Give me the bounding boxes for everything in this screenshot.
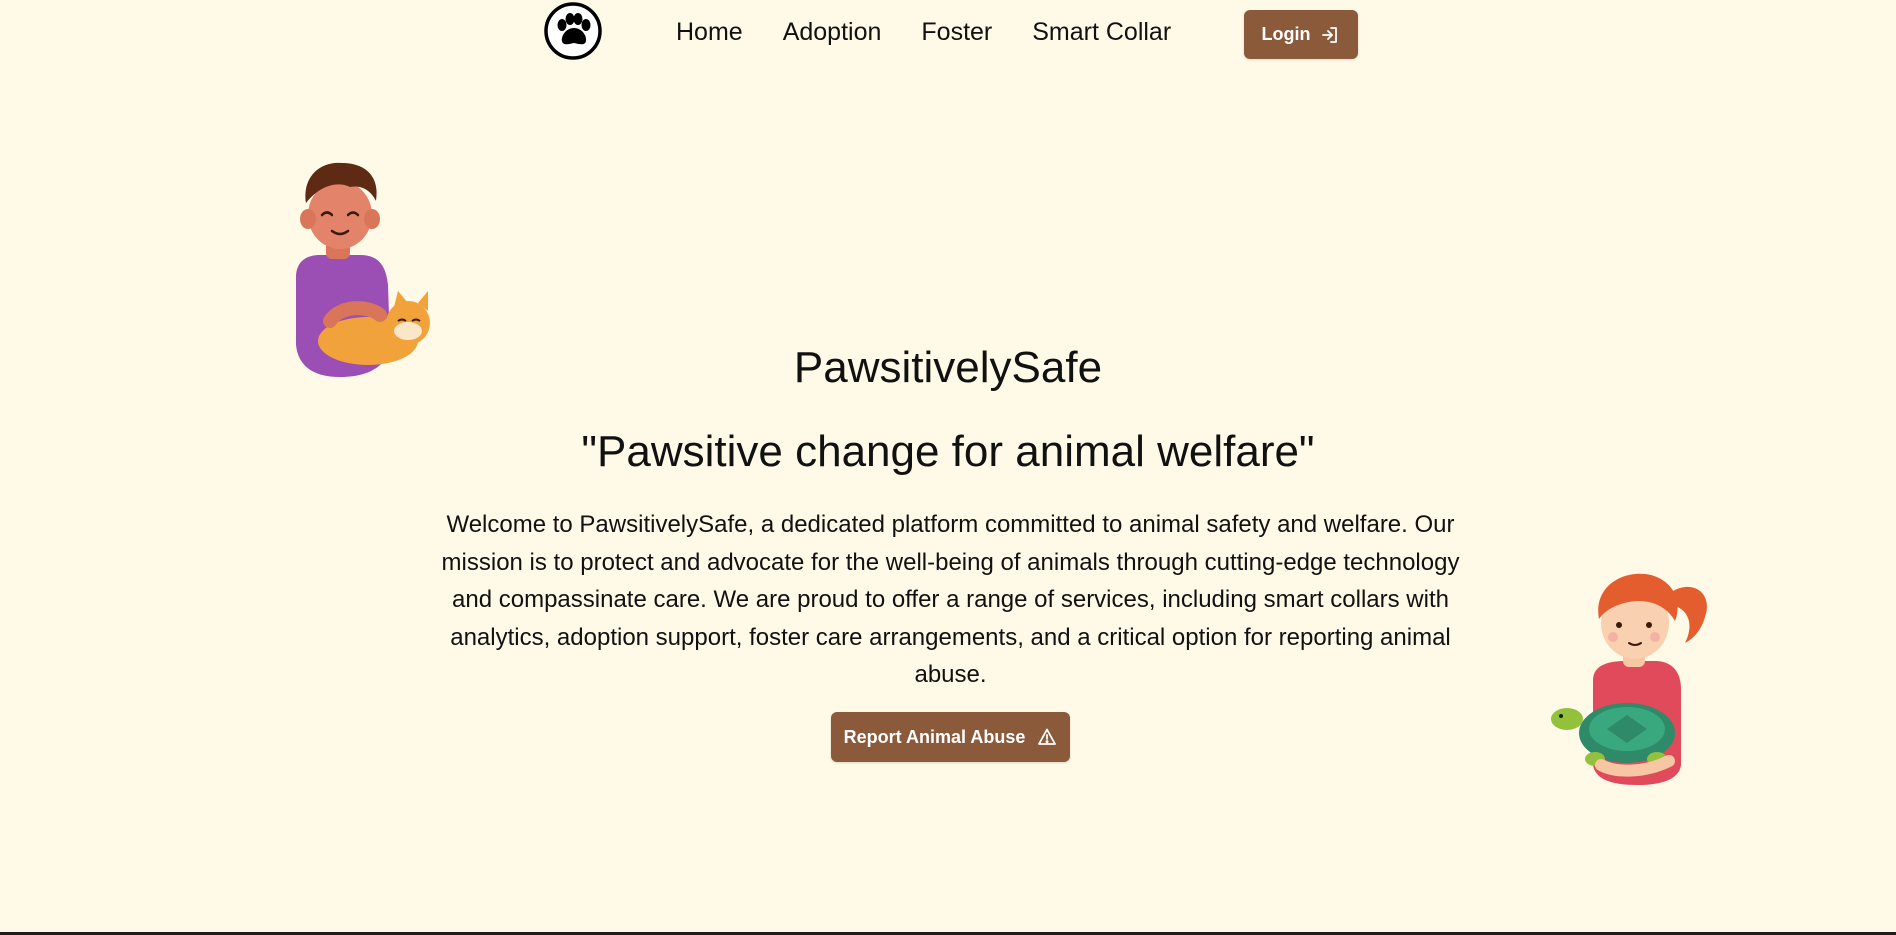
nav-item-adoption[interactable]: Adoption (783, 18, 882, 47)
sign-in-icon (1320, 25, 1340, 45)
top-navbar: Home Adoption Foster Smart Collar Login (0, 0, 1896, 72)
warning-icon (1037, 727, 1057, 747)
login-button[interactable]: Login (1244, 10, 1358, 59)
page-title: PawsitivelySafe (793, 343, 1103, 392)
mission-description: Welcome to PawsitivelySafe, a dedicated … (441, 511, 1460, 688)
login-label: Login (1261, 24, 1311, 44)
tagline: "Pawsitive change for animal welfare" (581, 427, 1315, 476)
report-animal-abuse-button[interactable]: Report Animal Abuse (831, 712, 1070, 762)
main-nav: Home Adoption Foster Smart Collar (676, 18, 1171, 47)
nav-item-smart-collar[interactable]: Smart Collar (1032, 18, 1171, 47)
report-label: Report Animal Abuse (843, 726, 1026, 747)
nav-item-home[interactable]: Home (676, 18, 743, 47)
girl-holding-turtle-illustration (1545, 565, 1710, 790)
nav-item-foster[interactable]: Foster (921, 18, 992, 47)
paw-logo-icon[interactable] (543, 1, 603, 61)
